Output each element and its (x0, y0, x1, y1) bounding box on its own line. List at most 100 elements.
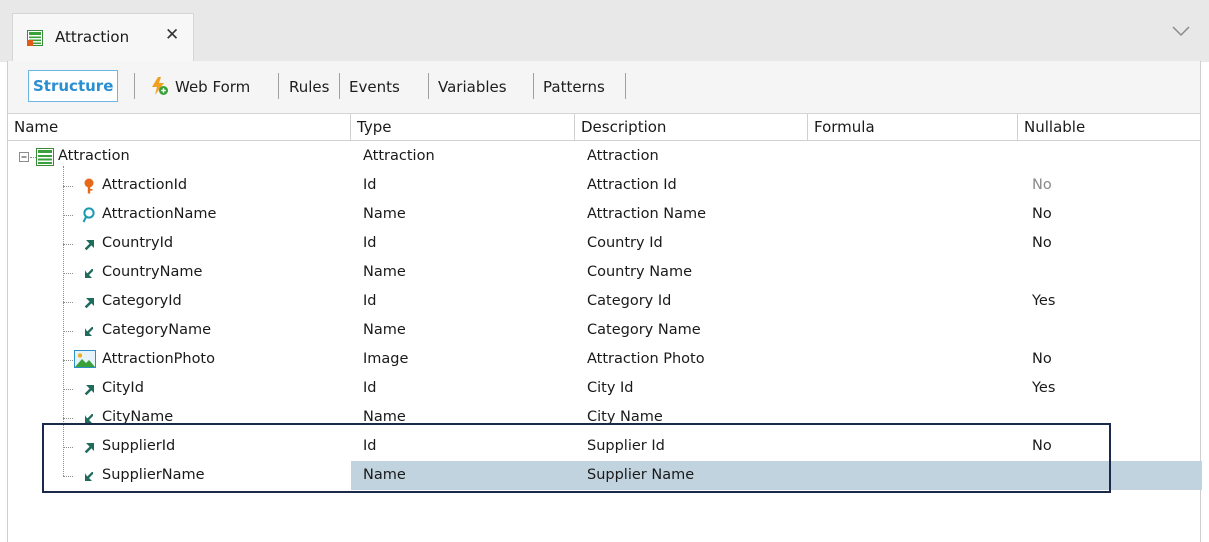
column-header-type[interactable]: Type (351, 114, 575, 140)
attribute-nullable: No (1032, 177, 1052, 193)
attribute-name: SupplierName (102, 467, 205, 483)
attribute-type: Id (363, 235, 377, 251)
attribute-description: Attraction Id (587, 177, 677, 193)
table-row[interactable]: CategoryName Name Category Name (8, 316, 1202, 345)
attribute-type: Name (363, 206, 406, 222)
inferred-attribute-icon (81, 265, 97, 281)
attribute-name: CountryName (102, 264, 203, 280)
tree-connector (63, 302, 73, 303)
root-type: Attraction (363, 148, 435, 164)
attribute-type: Name (363, 264, 406, 280)
attribute-type: Name (363, 467, 406, 483)
column-header-name[interactable]: Name (8, 114, 351, 140)
attribute-name: CategoryId (102, 293, 182, 309)
web-form-icon (152, 77, 168, 95)
attribute-name: AttractionId (102, 177, 188, 193)
tree-connector (63, 360, 73, 361)
inferred-attribute-icon (81, 410, 97, 426)
inferred-attribute-icon (81, 468, 97, 484)
tree-connector (63, 215, 73, 216)
tab-patterns[interactable]: Patterns (543, 76, 605, 98)
table-row[interactable]: SupplierName Name Supplier Name (8, 461, 1202, 490)
tab-attraction[interactable]: Attraction ✕ (12, 13, 194, 61)
tree-connector (63, 273, 73, 274)
attribute-type: Id (363, 177, 377, 193)
tree-connector (63, 418, 73, 419)
attribute-description: City Name (587, 409, 663, 425)
attribute-description: Supplier Name (587, 467, 695, 483)
close-icon[interactable]: ✕ (165, 25, 179, 45)
index-key-icon (81, 207, 97, 223)
tab-title: Attraction (55, 28, 130, 46)
tab-separator (278, 73, 279, 99)
inferred-attribute-icon (81, 323, 97, 339)
tree-connector (63, 331, 73, 332)
attribute-type: Name (363, 322, 406, 338)
table-row[interactable]: CityName Name City Name (8, 403, 1202, 432)
attribute-description: Supplier Id (587, 438, 665, 454)
tab-separator (625, 73, 626, 99)
tab-separator (533, 73, 534, 99)
transaction-editor: Structure Web Form Rules Events Variable… (7, 61, 1202, 542)
root-description: Attraction (587, 148, 659, 164)
tab-separator (428, 73, 429, 99)
selection-highlight (351, 461, 1202, 490)
document-tab-bar: Attraction ✕ (0, 0, 1209, 62)
attribute-type: Id (363, 380, 377, 396)
tab-web-form[interactable]: Web Form (175, 76, 250, 98)
attribute-description: Attraction Name (587, 206, 707, 222)
tree-connector (63, 244, 73, 245)
foreign-key-icon (81, 381, 97, 397)
tree-root-row[interactable]: Attraction Attraction Attraction (8, 142, 1202, 171)
attribute-name: CountryId (102, 235, 174, 251)
tab-structure[interactable]: Structure (28, 70, 119, 102)
attribute-description: Attraction Photo (587, 351, 705, 367)
table-row[interactable]: AttractionId Id Attraction Id No (8, 171, 1202, 200)
attribute-type: Id (363, 438, 377, 454)
foreign-key-icon (81, 236, 97, 252)
table-row[interactable]: AttractionName Name Attraction Name No (8, 200, 1202, 229)
tab-events[interactable]: Events (349, 76, 400, 98)
attribute-nullable: No (1032, 206, 1052, 222)
attribute-type: Id (363, 293, 377, 309)
attribute-description: Category Id (587, 293, 672, 309)
attribute-name: AttractionPhoto (102, 351, 215, 367)
attribute-name: SupplierId (102, 438, 176, 454)
image-icon (74, 350, 96, 368)
chevron-down-icon[interactable] (1172, 24, 1190, 38)
tree-connector (63, 186, 73, 187)
primary-key-icon (81, 178, 97, 194)
attribute-nullable: No (1032, 438, 1052, 454)
column-header-formula[interactable]: Formula (808, 114, 1018, 140)
tab-separator (339, 73, 340, 99)
table-row[interactable]: CountryId Id Country Id No (8, 229, 1202, 258)
structure-grid-header: Name Type Description Formula Nullable (8, 114, 1200, 141)
tab-rules[interactable]: Rules (289, 76, 329, 98)
attribute-description: Country Id (587, 235, 663, 251)
collapse-icon[interactable] (19, 152, 29, 162)
foreign-key-icon (81, 294, 97, 310)
table-row[interactable]: CategoryId Id Category Id Yes (8, 287, 1202, 316)
attribute-nullable: Yes (1032, 380, 1056, 396)
column-header-nullable[interactable]: Nullable (1018, 114, 1202, 140)
attribute-name: AttractionName (102, 206, 217, 222)
transaction-icon (27, 30, 43, 46)
table-row[interactable]: CityId Id City Id Yes (8, 374, 1202, 403)
attribute-description: City Id (587, 380, 634, 396)
attribute-description: Country Name (587, 264, 692, 280)
tree-connector (63, 447, 73, 448)
attribute-nullable: Yes (1032, 293, 1056, 309)
attribute-description: Category Name (587, 322, 701, 338)
table-row[interactable]: AttractionPhoto Image Attraction Photo No (8, 345, 1202, 374)
table-row[interactable]: SupplierId Id Supplier Id No (8, 432, 1202, 461)
column-header-description[interactable]: Description (575, 114, 808, 140)
attribute-type: Name (363, 409, 406, 425)
table-row[interactable]: CountryName Name Country Name (8, 258, 1202, 287)
tab-variables[interactable]: Variables (438, 76, 507, 98)
attribute-name: CityName (102, 409, 174, 425)
transaction-icon (36, 148, 54, 166)
tab-separator (134, 73, 135, 99)
editor-subtabs: Structure Web Form Rules Events Variable… (8, 61, 1200, 114)
attribute-name: CityId (102, 380, 144, 396)
tree-connector (63, 476, 73, 477)
